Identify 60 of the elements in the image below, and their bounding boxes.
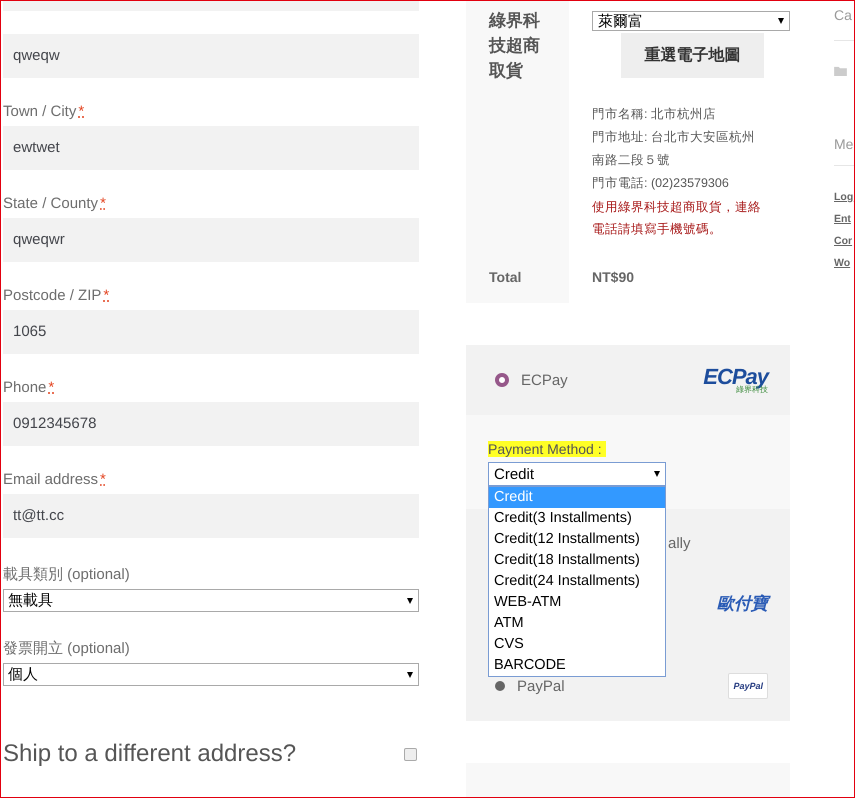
input-field[interactable] [3,1,419,11]
dropdown-option[interactable]: WEB-ATM [489,592,665,613]
store-info: 門市名稱: 北市杭州店 [592,106,717,123]
payment-name: ally [668,535,691,552]
input-field[interactable]: qweqwr [3,218,419,262]
sidebar-link[interactable]: Wo [834,252,854,274]
total-value: NT$90 [592,269,636,285]
field-label: Email address [3,471,98,488]
folder-icon [834,66,847,76]
sidebar-link[interactable]: Log [834,186,854,208]
required-marker: * [100,195,106,212]
dropdown-option[interactable]: ATM [489,613,665,634]
field-label: Payment Method : [488,441,606,457]
required-marker: * [103,287,110,304]
store-info: 門市地址: 台北市大安區杭州南路二段５號 [592,129,756,169]
radio-button[interactable] [495,681,505,691]
dropdown[interactable]: 無載具 [3,589,419,612]
store-info: 門市電話: (02)23579306 [592,175,730,192]
required-marker: * [48,379,54,396]
brand-logo: PayPal [728,673,768,699]
field-label: 發票開立 (optional) [3,639,131,659]
required-marker: * [78,103,84,120]
sidebar-link[interactable]: Ent [834,208,854,230]
field-label: Phone [3,379,46,396]
field-label: Postcode / ZIP [3,287,102,304]
field-label: 載具類別 (optional) [3,565,131,585]
caret-icon [778,18,784,24]
brand-logo: ECPay 綠界科技 [703,366,768,394]
warning-text: 使用綠界科技超商取貨，連絡電話請填寫手機號碼。 [592,199,762,238]
dropdown-option[interactable]: Credit(18 Installments) [489,550,665,571]
input-field[interactable]: 1065 [3,310,419,354]
input-field[interactable]: qweqw [3,34,419,78]
input-field[interactable]: ewtwet [3,126,419,170]
payment-dropdown[interactable]: Credit [488,462,666,486]
dropdown-option[interactable]: Credit(24 Installments) [489,571,665,592]
caret-icon [654,471,660,477]
total-label: Total [489,269,522,285]
sidebar-link[interactable]: Cor [834,230,854,252]
dropdown[interactable]: 個人 [3,663,419,686]
radio-button[interactable] [495,373,509,387]
map-button[interactable]: 重選電子地圖 [621,33,764,78]
payment-name: ECPay [521,372,568,388]
widget-heading: Me [834,136,854,152]
required-marker: * [100,471,106,488]
section-heading: Ship to a different address? [3,740,296,768]
field-label: State / County [3,195,98,212]
dropdown-option[interactable]: CVS [489,634,665,655]
store-dropdown[interactable]: 萊爾富 [592,11,790,31]
input-field[interactable]: tt@tt.cc [3,494,419,538]
caret-icon [407,598,413,604]
field-label: Town / City [3,103,76,120]
dropdown-option[interactable]: BARCODE [489,655,665,676]
caret-icon [407,672,413,678]
dropdown-option[interactable]: Credit(3 Installments) [489,508,665,529]
checkbox[interactable] [404,748,417,760]
widget-heading: Ca [834,7,853,23]
payment-name: PayPal [517,678,565,694]
shipping-label: 綠界科技超商取貨 [489,10,541,82]
input-field[interactable]: 0912345678 [3,402,419,446]
dropdown-option[interactable]: Credit(12 Installments) [489,529,665,550]
